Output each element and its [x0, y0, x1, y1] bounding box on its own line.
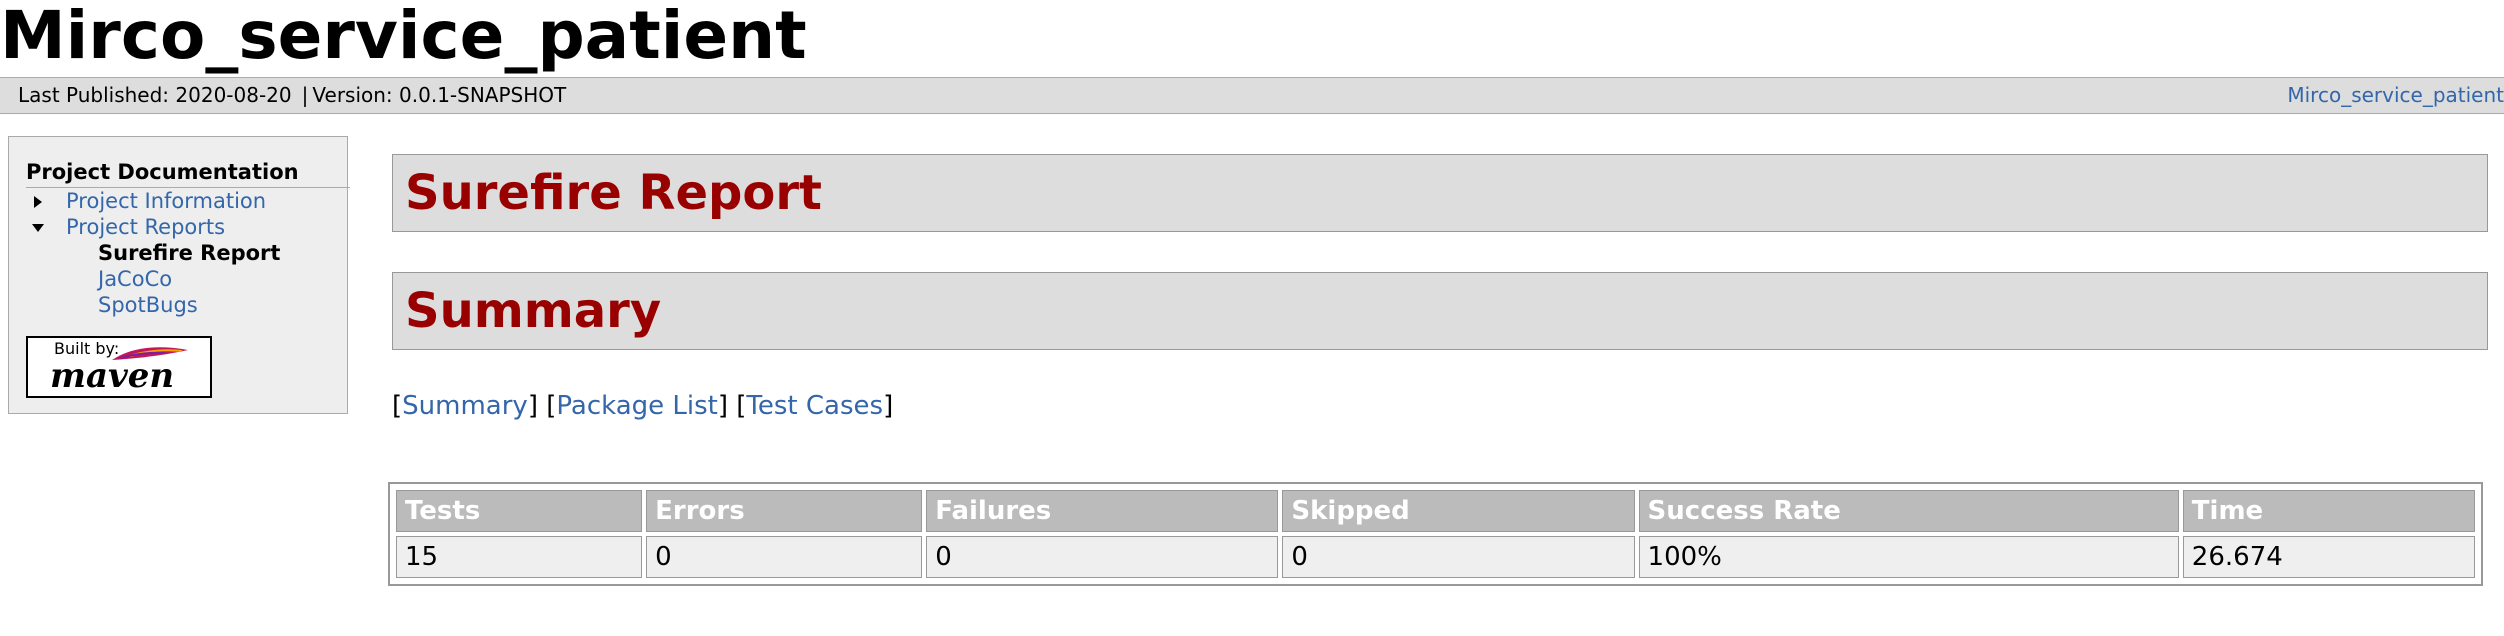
publish-info: Last Published: 2020-08-20 | Version: 0.0.… — [18, 78, 566, 113]
table-row: 15 0 0 0 100% 26.674 — [396, 536, 2475, 578]
header-success-rate: Success Rate — [1638, 490, 2179, 532]
header-skipped: Skipped — [1282, 490, 1635, 532]
banner: Mirco_service_patient — [0, 0, 1400, 76]
last-published: Last Published: 2020-08-20 — [18, 83, 292, 107]
header-tests: Tests — [396, 490, 643, 532]
cell-time: 26.674 — [2182, 536, 2475, 578]
cell-errors: 0 — [646, 536, 923, 578]
nav-current-surefire-report: Surefire Report — [98, 241, 281, 265]
nav-item-project-information[interactable]: Project Information — [26, 188, 348, 214]
cell-failures: 0 — [926, 536, 1279, 578]
header-failures: Failures — [926, 490, 1279, 532]
nav-item-spotbugs[interactable]: SpotBugs — [26, 292, 348, 318]
nav-link-spotbugs[interactable]: SpotBugs — [98, 293, 198, 317]
nav-link-jacoco[interactable]: JaCoCo — [98, 267, 172, 291]
anchor-package-list-link[interactable]: Package List — [556, 391, 717, 421]
nav-column: Project Documentation Project Informatio… — [26, 159, 350, 318]
header-errors: Errors — [646, 490, 923, 532]
summary-heading: Summary — [392, 272, 2488, 350]
section-anchor-links: [Summary] [Package List] [Test Cases] — [392, 391, 894, 421]
page: Mirco_service_patient Last Published: 20… — [0, 0, 2504, 636]
project-breadcrumb: Mirco_service_patient — [2287, 78, 2504, 113]
summary-table: Tests Errors Failures Skipped Success Ra… — [392, 486, 2479, 582]
body-column: Surefire Report Summary [Summary] [Packa… — [392, 154, 2492, 422]
cell-success-rate: 100% — [1638, 536, 2179, 578]
cell-skipped: 0 — [1282, 536, 1635, 578]
surefire-report-heading: Surefire Report — [392, 154, 2488, 232]
anchor-test-cases-link[interactable]: Test Cases — [746, 391, 883, 421]
project-home-link[interactable]: Mirco_service_patient — [2287, 83, 2504, 107]
separator: | — [301, 83, 309, 107]
nav-link-project-reports[interactable]: Project Reports — [66, 215, 225, 239]
version: Version: 0.0.1-SNAPSHOT — [312, 83, 567, 107]
built-by-maven-badge[interactable]: Built by: maven — [26, 336, 212, 398]
breadcrumbs-bar: Last Published: 2020-08-20 | Version: 0.0.… — [0, 77, 2504, 114]
triangle-down-icon[interactable] — [32, 224, 44, 232]
header-time: Time — [2182, 490, 2475, 532]
table-header-row: Tests Errors Failures Skipped Success Ra… — [396, 490, 2475, 532]
nav-item-project-reports[interactable]: Project Reports — [26, 214, 348, 240]
nav-item-jacoco[interactable]: JaCoCo — [26, 266, 348, 292]
project-title: Mirco_service_patient — [0, 0, 807, 74]
summary-table-frame: Tests Errors Failures Skipped Success Ra… — [388, 482, 2483, 586]
nav-item-surefire-report: Surefire Report — [26, 240, 348, 266]
cell-tests: 15 — [396, 536, 643, 578]
nav-heading: Project Documentation — [26, 159, 350, 188]
anchor-summary-link[interactable]: Summary — [402, 391, 528, 421]
nav-link-project-information[interactable]: Project Information — [66, 189, 266, 213]
maven-logo-text: maven — [50, 356, 175, 396]
left-column: Project Documentation Project Informatio… — [8, 136, 350, 414]
triangle-right-icon[interactable] — [34, 196, 42, 208]
